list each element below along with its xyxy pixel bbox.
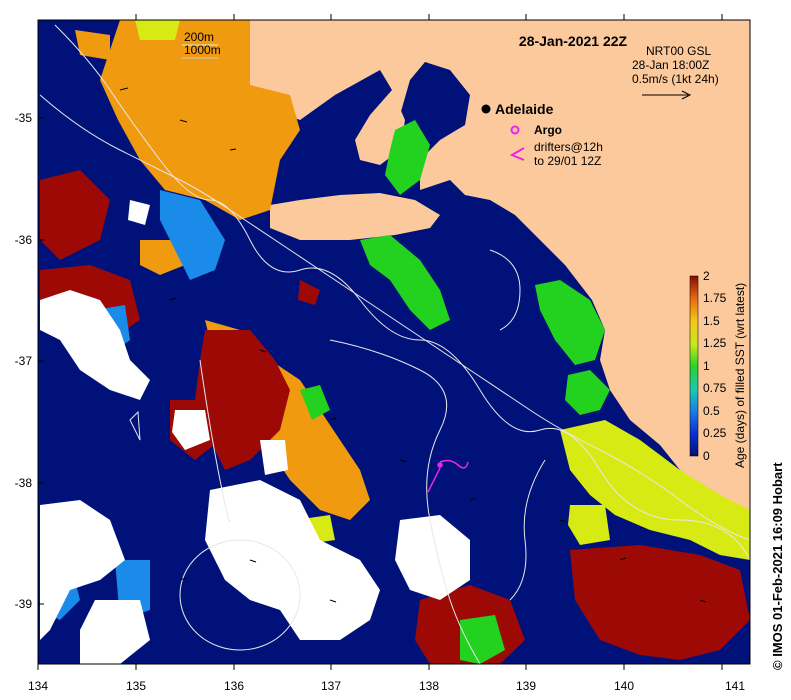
current-model-label: NRT00 GSL [646, 44, 711, 58]
x-tick-label: 134 [28, 679, 48, 693]
colorbar-tick: 0.75 [703, 381, 727, 395]
y-tick-label: -39 [15, 597, 33, 611]
city-label: Adelaide [495, 101, 554, 117]
colorbar-tick: 0 [703, 449, 710, 463]
colorbar-tick: 0.25 [703, 426, 727, 440]
y-tick-label: -38 [15, 476, 33, 490]
current-time-label: 28-Jan 18:00Z [632, 58, 709, 72]
drifter-label-1: drifters@12h [534, 140, 603, 154]
credit-label: © IMOS 01-Feb-2021 16:09 Hobart [770, 462, 785, 670]
colorbar-tick: 1.5 [703, 314, 720, 328]
argo-label: Argo [534, 123, 562, 137]
map-title: 28-Jan-2021 22Z [519, 33, 628, 49]
x-tick-label: 139 [516, 679, 536, 693]
colorbar-gradient [689, 275, 699, 457]
x-tick-label: 137 [321, 679, 341, 693]
sst-age-map: 28-Jan-2021 22Z 200m 1000m NRT00 GSL 28-… [15, 14, 785, 693]
x-tick-label: 138 [419, 679, 439, 693]
x-tick-label: 141 [725, 679, 745, 693]
drifter-label-2: to 29/01 12Z [534, 154, 601, 168]
x-tick-label: 136 [224, 679, 244, 693]
city-marker-icon [481, 104, 491, 114]
colorbar-tick: 1 [703, 359, 710, 373]
colorbar-tick: 1.75 [703, 291, 727, 305]
colorbar-tick: 1.25 [703, 336, 727, 350]
x-tick-label: 135 [126, 679, 146, 693]
current-scale-label: 0.5m/s (1kt 24h) [632, 72, 719, 86]
map-canvas[interactable] [38, 20, 750, 664]
y-tick-label: -37 [15, 354, 33, 368]
bathy-1000m-label: 1000m [184, 43, 221, 57]
y-tick-label: -36 [15, 233, 33, 247]
x-tick-label: 140 [614, 679, 634, 693]
colorbar-title: Age (days) of filled SST (wrt latest) [733, 283, 747, 468]
bathy-200m-label: 200m [184, 30, 214, 44]
y-tick-label: -35 [15, 111, 33, 125]
colorbar-tick: 2 [703, 269, 710, 283]
colorbar-tick: 0.5 [703, 404, 720, 418]
